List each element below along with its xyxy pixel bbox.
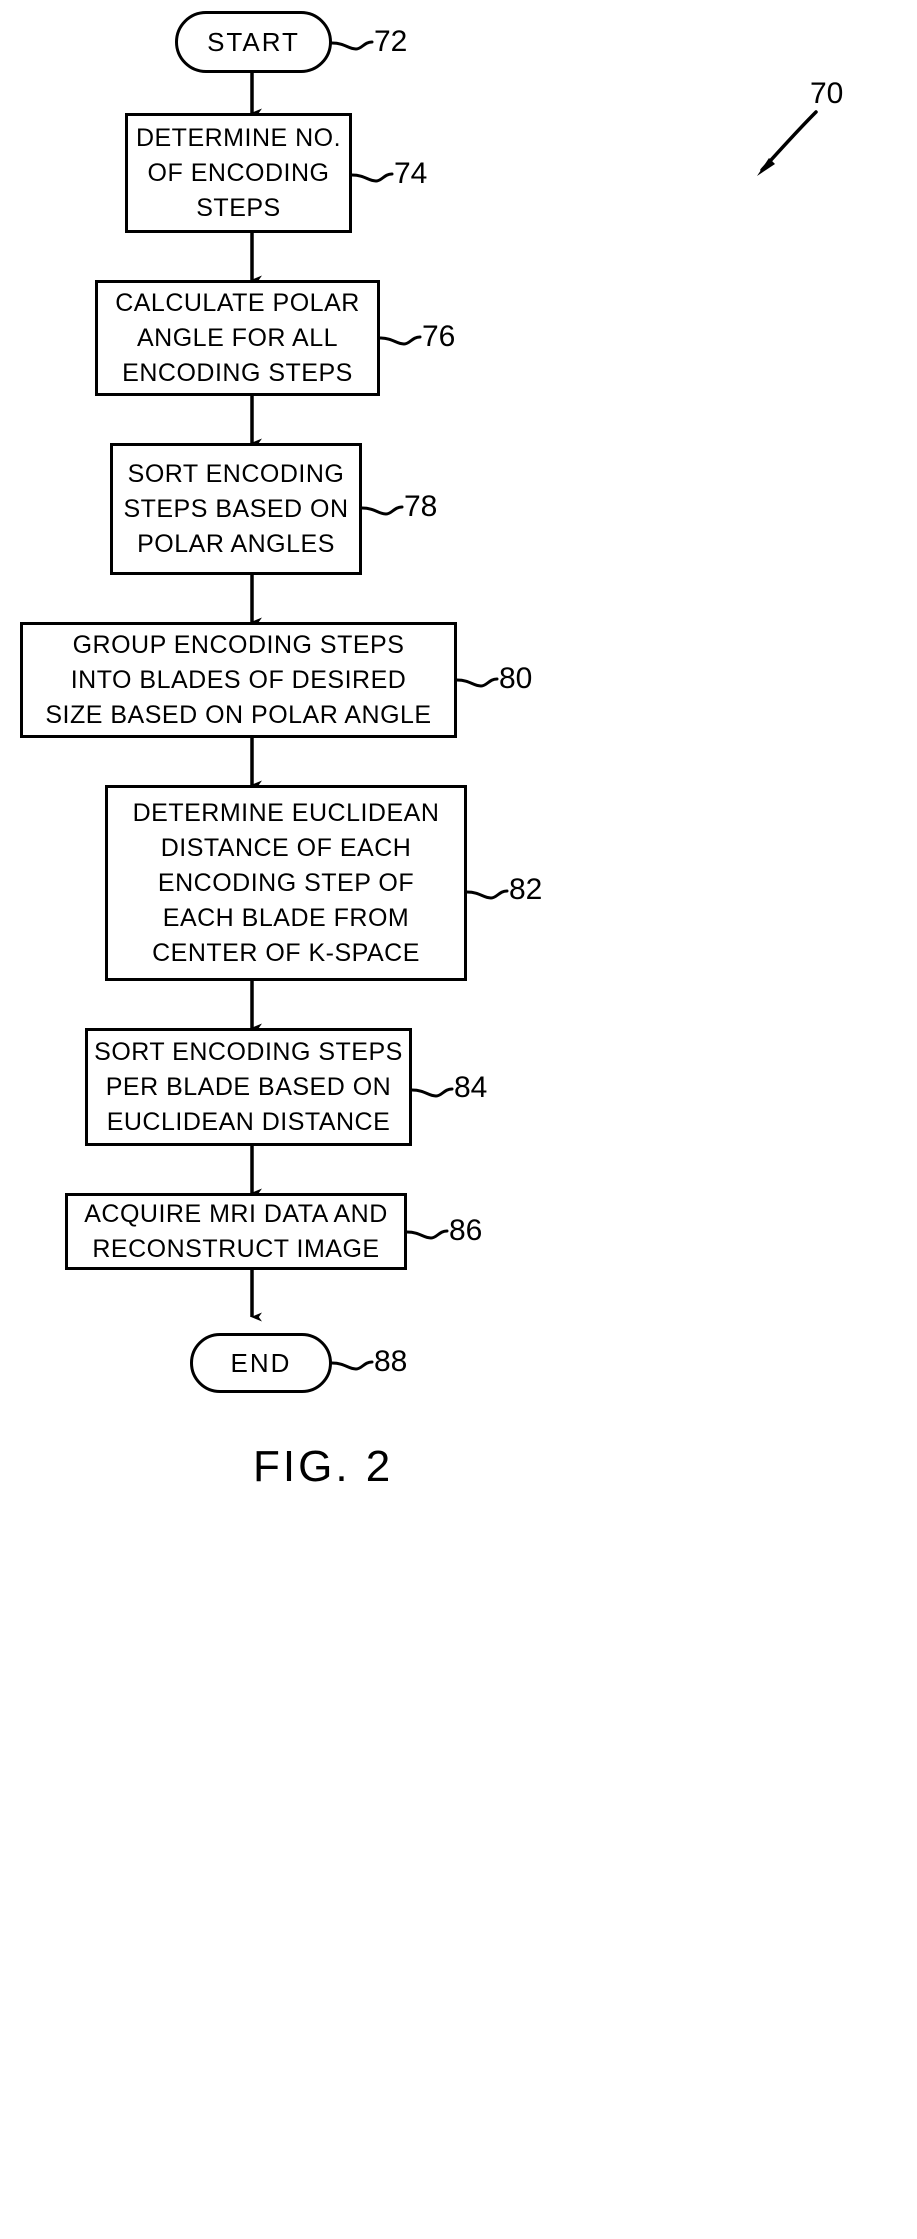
node-start[interactable]: START <box>175 11 332 73</box>
leader-line-78 <box>360 505 404 516</box>
ref-label-84: 84 <box>454 1071 488 1104</box>
node-group-into-blades[interactable]: GROUP ENCODING STEPS INTO BLADES OF DESI… <box>20 622 457 738</box>
patent-figure-flowchart: START 72 DETERMINE NO. OF ENCODING STEPS… <box>0 0 917 2239</box>
leader-line-74 <box>350 172 394 183</box>
node-76-line-3: ENCODING STEPS <box>122 358 353 387</box>
node-76-line-1: CALCULATE POLAR <box>115 288 360 317</box>
node-78-line-1: SORT ENCODING <box>127 459 345 488</box>
node-84-line-1: SORT ENCODING STEPS <box>94 1037 403 1066</box>
node-82-line-4: EACH BLADE FROM <box>162 903 410 932</box>
node-determine-euclidean-distance[interactable]: DETERMINE EUCLIDEAN DISTANCE OF EACH ENC… <box>105 785 467 981</box>
ref-label-82: 82 <box>509 873 543 906</box>
node-sort-by-polar-angles[interactable]: SORT ENCODING STEPS BASED ON POLAR ANGLE… <box>110 443 362 575</box>
ref-label-76: 76 <box>422 320 456 353</box>
node-82-line-1: DETERMINE EUCLIDEAN <box>132 798 440 827</box>
node-84-line-3: EUCLIDEAN DISTANCE <box>106 1107 391 1136</box>
node-76-line-2: ANGLE FOR ALL <box>136 323 339 352</box>
ref-label-74: 74 <box>394 157 428 190</box>
leader-line-88 <box>330 1360 374 1371</box>
ref-label-72: 72 <box>374 25 408 58</box>
figure-ref-pointer <box>757 110 818 176</box>
leader-line-86 <box>405 1229 449 1240</box>
node-sort-per-blade[interactable]: SORT ENCODING STEPS PER BLADE BASED ON E… <box>85 1028 412 1146</box>
node-82-line-2: DISTANCE OF EACH <box>160 833 412 862</box>
node-86-line-1: ACQUIRE MRI DATA AND <box>84 1199 388 1228</box>
node-80-line-1: GROUP ENCODING STEPS <box>72 630 405 659</box>
node-82-line-5: CENTER OF K-SPACE <box>152 938 420 967</box>
node-84-line-2: PER BLADE BASED ON <box>105 1072 392 1101</box>
ref-label-70: 70 <box>810 77 844 110</box>
leader-line-82 <box>465 889 509 900</box>
node-80-line-3: SIZE BASED ON POLAR ANGLE <box>45 700 432 729</box>
node-end[interactable]: END <box>190 1333 332 1393</box>
node-78-line-2: STEPS BASED ON <box>123 494 349 523</box>
node-86-line-2: RECONSTRUCT IMAGE <box>92 1234 380 1263</box>
node-74-line-2: OF ENCODING <box>147 158 330 187</box>
node-80-line-2: INTO BLADES OF DESIRED <box>70 665 407 694</box>
leader-line-84 <box>410 1087 454 1098</box>
leader-line-72 <box>330 40 374 51</box>
node-74-line-3: STEPS <box>196 193 281 222</box>
figure-caption: FIG. 2 <box>253 1442 394 1491</box>
node-82-line-3: ENCODING STEP OF <box>157 868 415 897</box>
node-74-line-1: DETERMINE NO. <box>135 123 342 152</box>
ref-label-80: 80 <box>499 662 533 695</box>
ref-label-88: 88 <box>374 1345 408 1378</box>
node-end-line-1: END <box>230 1348 292 1378</box>
node-determine-encoding-steps[interactable]: DETERMINE NO. OF ENCODING STEPS <box>125 113 352 233</box>
ref-label-86: 86 <box>449 1214 483 1247</box>
leader-line-76 <box>378 335 422 346</box>
node-78-line-3: POLAR ANGLES <box>137 529 335 558</box>
node-calculate-polar-angle[interactable]: CALCULATE POLAR ANGLE FOR ALL ENCODING S… <box>95 280 380 396</box>
leader-line-80 <box>455 677 499 688</box>
ref-label-78: 78 <box>404 490 438 523</box>
node-start-line-1: START <box>207 27 300 57</box>
node-acquire-and-reconstruct[interactable]: ACQUIRE MRI DATA AND RECONSTRUCT IMAGE <box>65 1193 407 1270</box>
